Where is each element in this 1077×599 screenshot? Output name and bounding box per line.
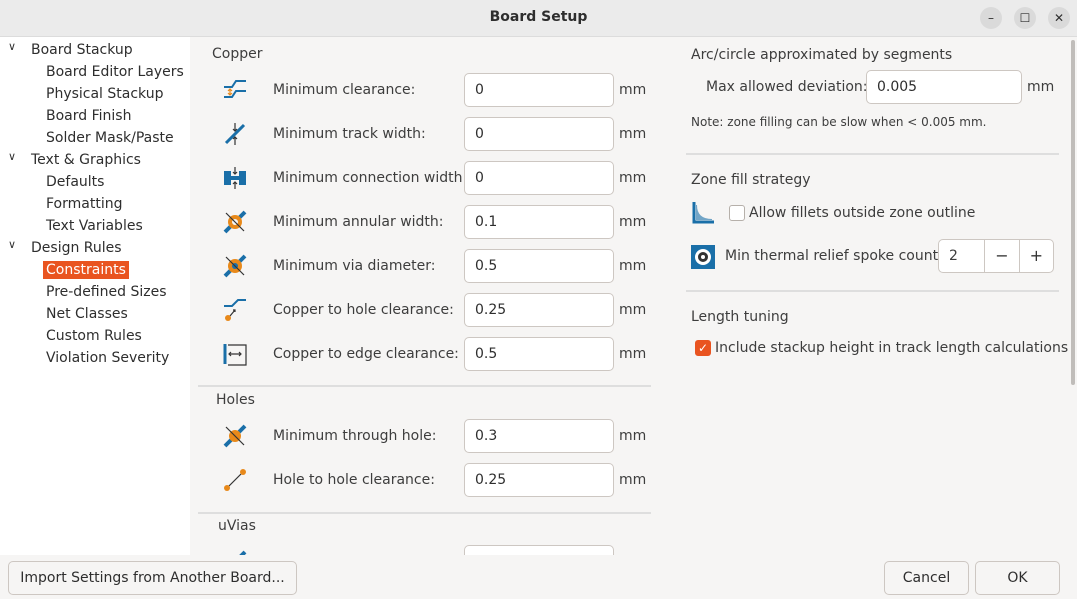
fillet-icon (692, 202, 714, 224)
min-via-diameter-input[interactable]: 0.5 (464, 249, 614, 283)
tree-item-formatting[interactable]: Formatting (46, 194, 122, 214)
copper-hole-clearance-label: Copper to hole clearance: (273, 302, 454, 318)
ok-button[interactable]: OK (975, 561, 1060, 595)
length-tuning-heading: Length tuning (691, 309, 789, 325)
min-track-width-label: Minimum track width: (273, 126, 426, 142)
min-through-hole-label: Minimum through hole: (273, 428, 437, 444)
separator (198, 512, 651, 514)
min-track-width-input[interactable]: 0 (464, 117, 614, 151)
maximize-icon[interactable]: ☐ (1014, 7, 1036, 29)
allow-fillets-checkbox[interactable] (729, 205, 745, 221)
hole-to-hole-input[interactable]: 0.25 (464, 463, 614, 497)
spoke-count-label: Min thermal relief spoke count: (725, 248, 943, 264)
track-width-icon (224, 123, 246, 145)
settings-tree: ∨ Board Stackup Board Editor Layers Phys… (0, 37, 190, 555)
max-deviation-input[interactable]: 0.005 (866, 70, 1022, 104)
uvia-icon (239, 550, 247, 555)
unit-label: mm (619, 346, 647, 362)
increment-button[interactable]: + (1018, 240, 1053, 272)
right-panel: Arc/circle approximated by segments Max … (676, 37, 1077, 555)
tree-item-physical-stackup[interactable]: Physical Stackup (46, 84, 164, 104)
unit-label: mm (619, 302, 647, 318)
close-icon[interactable]: ✕ (1048, 7, 1070, 29)
tree-item-text-graphics[interactable]: Text & Graphics (31, 150, 141, 170)
tree-item-custom-rules[interactable]: Custom Rules (46, 326, 142, 346)
scrollbar[interactable] (1071, 40, 1075, 385)
copper-hole-clearance-input[interactable]: 0.25 (464, 293, 614, 327)
title-bar: Board Setup – ☐ ✕ (0, 0, 1077, 37)
zone-fill-heading: Zone fill strategy (691, 172, 811, 188)
include-stackup-checkbox[interactable]: ✓ (695, 340, 711, 356)
cancel-button[interactable]: Cancel (884, 561, 969, 595)
chevron-down-icon[interactable]: ∨ (8, 238, 20, 258)
via-diameter-icon (223, 254, 247, 278)
tree-item-defaults[interactable]: Defaults (46, 172, 104, 192)
through-hole-icon (223, 424, 247, 448)
uvia-input[interactable] (464, 545, 614, 555)
min-connection-width-label: Minimum connection width: (273, 170, 468, 186)
annular-width-icon (223, 210, 247, 234)
hole-to-hole-label: Hole to hole clearance: (273, 472, 435, 488)
tree-item-design-rules[interactable]: Design Rules (31, 238, 122, 258)
chevron-down-icon[interactable]: ∨ (8, 40, 20, 60)
min-annular-width-label: Minimum annular width: (273, 214, 444, 230)
separator (686, 153, 1059, 155)
unit-label: mm (619, 170, 647, 186)
min-clearance-label: Minimum clearance: (273, 82, 416, 98)
import-settings-button[interactable]: Import Settings from Another Board... (8, 561, 297, 595)
min-via-diameter-label: Minimum via diameter: (273, 258, 436, 274)
allow-fillets-label: Allow fillets outside zone outline (749, 205, 976, 221)
copper-edge-clearance-input[interactable]: 0.5 (464, 337, 614, 371)
unit-label: mm (619, 214, 647, 230)
copper-edge-clearance-icon (223, 344, 247, 366)
min-through-hole-input[interactable]: 0.3 (464, 419, 614, 453)
thermal-spoke-icon (691, 245, 715, 269)
unit-label: mm (619, 472, 647, 488)
copper-heading: Copper (212, 46, 263, 62)
min-clearance-input[interactable]: 0 (464, 73, 614, 107)
tree-item-board-editor-layers[interactable]: Board Editor Layers (46, 62, 184, 82)
spoke-count-value[interactable]: 2 (939, 240, 984, 272)
spoke-count-spinner[interactable]: 2 − + (938, 239, 1054, 273)
max-deviation-label: Max allowed deviation: (706, 79, 868, 95)
tree-item-solder-mask-paste[interactable]: Solder Mask/Paste (46, 128, 174, 148)
tree-item-board-finish[interactable]: Board Finish (46, 106, 131, 126)
chevron-down-icon[interactable]: ∨ (8, 150, 20, 170)
min-connection-width-input[interactable]: 0 (464, 161, 614, 195)
include-stackup-label: Include stackup height in track length c… (715, 340, 1069, 356)
clearance-icon (224, 80, 246, 98)
arc-heading: Arc/circle approximated by segments (691, 47, 953, 63)
unit-label: mm (619, 82, 647, 98)
holes-heading: Holes (216, 392, 255, 408)
connection-width-icon (224, 167, 246, 189)
zone-fill-note: Note: zone filling can be slow when < 0.… (691, 115, 987, 129)
min-annular-width-input[interactable]: 0.1 (464, 205, 614, 239)
tree-item-board-stackup[interactable]: Board Stackup (31, 40, 133, 60)
tree-item-predefined-sizes[interactable]: Pre-defined Sizes (46, 282, 166, 302)
unit-label: mm (619, 126, 647, 142)
separator (198, 385, 651, 387)
hole-to-hole-icon (224, 469, 246, 491)
decrement-button[interactable]: − (984, 240, 1018, 272)
constraints-panel: Copper Minimum clearance: 0 mm Minimum t… (190, 37, 662, 555)
separator (686, 290, 1059, 292)
minimize-icon[interactable]: – (980, 7, 1002, 29)
copper-hole-clearance-icon (224, 299, 246, 321)
unit-label: mm (619, 428, 647, 444)
tree-item-text-variables[interactable]: Text Variables (46, 216, 143, 236)
window-title: Board Setup (489, 9, 588, 25)
unit-label: mm (619, 258, 647, 274)
tree-item-net-classes[interactable]: Net Classes (46, 304, 128, 324)
unit-label: mm (1027, 79, 1055, 95)
tree-item-violation-severity[interactable]: Violation Severity (46, 348, 169, 368)
tree-item-constraints[interactable]: Constraints (42, 260, 130, 280)
uvias-heading: uVias (218, 518, 256, 534)
copper-edge-clearance-label: Copper to edge clearance: (273, 346, 459, 362)
